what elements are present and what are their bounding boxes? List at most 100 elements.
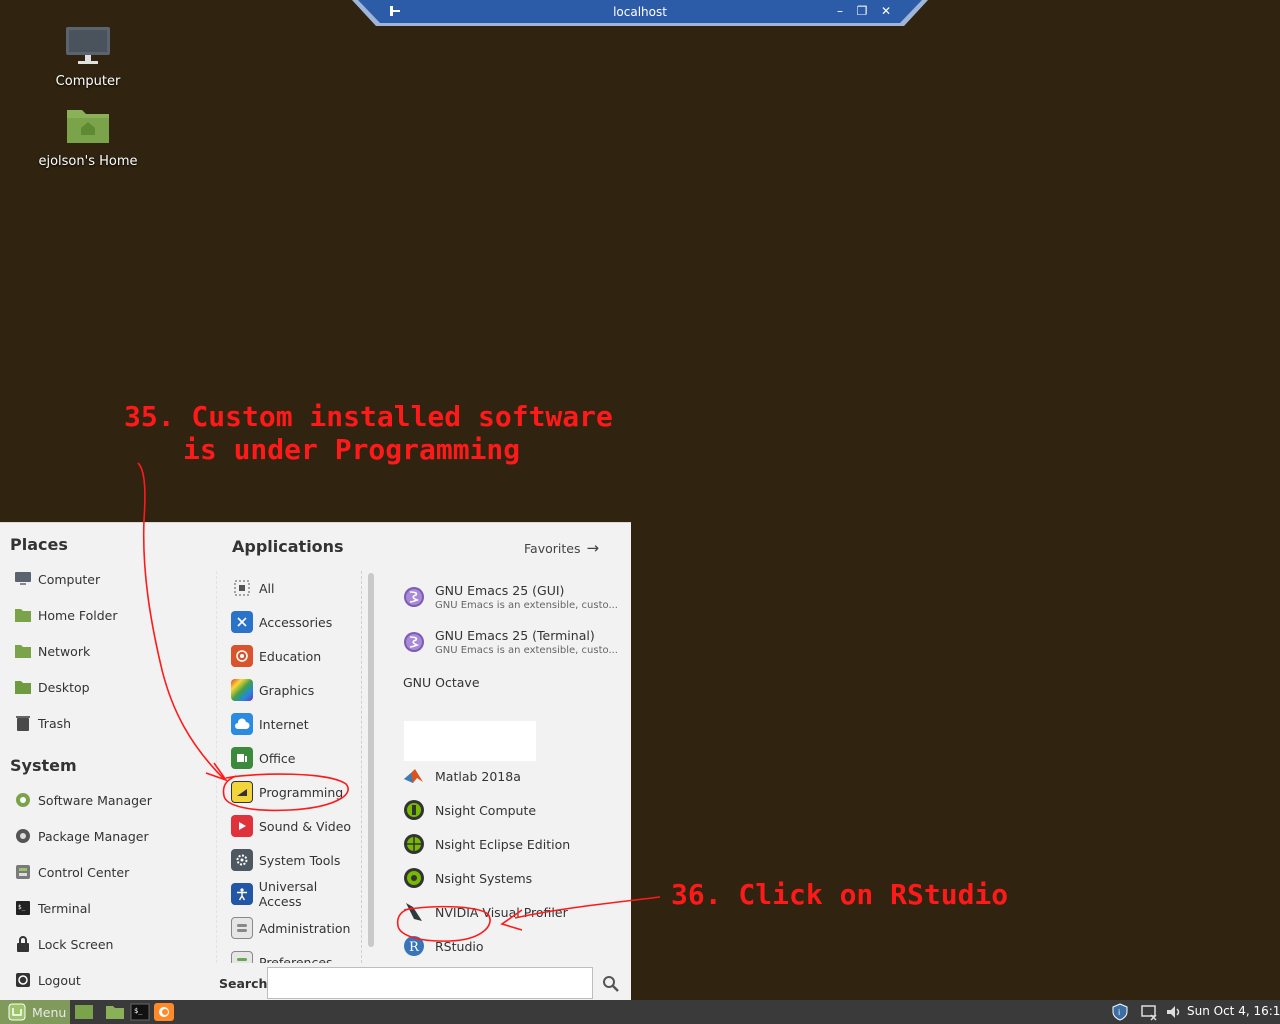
category-preferences[interactable]: Preferences — [217, 947, 361, 964]
files-icon[interactable] — [105, 1003, 125, 1021]
category-list: All Accessories Education Graphics Inter… — [216, 571, 362, 963]
category-universal-access[interactable]: Universal Access — [217, 879, 361, 909]
app-nsight-eclipse[interactable]: Nsight Eclipse Edition — [403, 833, 625, 855]
firefox-icon[interactable] — [154, 1003, 174, 1021]
app-emacs-terminal[interactable]: GNU Emacs 25 (Terminal) GNU Emacs is an … — [403, 628, 625, 656]
category-label: Education — [259, 648, 322, 664]
emacs-icon — [403, 586, 425, 608]
preferences-icon — [231, 951, 253, 963]
category-label: Office — [259, 750, 296, 766]
desktop-icon-computer[interactable]: Computer — [28, 26, 148, 89]
system-label: Lock Screen — [38, 936, 114, 952]
system-tools-icon — [231, 849, 253, 871]
places-column: Places Computer Home Folder Network Desk… — [0, 523, 208, 1001]
app-nvidia-visual-profiler[interactable]: NVIDIA Visual Profiler — [403, 901, 625, 923]
terminal-icon[interactable]: $_ — [130, 1003, 150, 1021]
app-rstudio[interactable]: R RStudio — [403, 935, 625, 957]
app-name: Nsight Eclipse Edition — [435, 836, 571, 852]
clock[interactable]: Sun Oct 4, 16:15 — [1187, 1004, 1280, 1018]
network-icon[interactable] — [1140, 1003, 1158, 1021]
arrow-right-icon: → — [586, 539, 600, 557]
logout-icon — [14, 971, 32, 989]
app-matlab[interactable]: Matlab 2018a — [403, 765, 625, 787]
search-label: Search: — [219, 976, 273, 991]
place-label: Trash — [38, 715, 72, 731]
nsight-systems-icon — [403, 867, 425, 889]
desktop-icon-home[interactable]: ejolson's Home — [28, 106, 148, 169]
octave-icon[interactable] — [404, 721, 536, 761]
administration-icon — [231, 917, 253, 939]
app-nsight-systems[interactable]: Nsight Systems — [403, 867, 625, 889]
system-lock-screen[interactable]: Lock Screen — [14, 933, 113, 955]
package-manager-icon — [14, 827, 32, 845]
place-home-folder[interactable]: Home Folder — [14, 604, 118, 626]
category-label: Internet — [259, 716, 309, 732]
search-input[interactable] — [267, 967, 593, 999]
graphics-icon — [231, 679, 253, 701]
app-emacs-gui[interactable]: GNU Emacs 25 (GUI) GNU Emacs is an exten… — [403, 583, 625, 611]
system-package-manager[interactable]: Package Manager — [14, 825, 149, 847]
category-graphics[interactable]: Graphics — [217, 675, 361, 705]
favorites-button[interactable]: Favorites → — [524, 539, 599, 557]
monitor-icon — [14, 570, 32, 588]
office-icon — [231, 747, 253, 769]
category-scrollbar[interactable] — [368, 573, 374, 947]
category-label: Administration — [259, 920, 351, 936]
restore-button[interactable]: ❐ — [854, 3, 870, 19]
svg-text:$_: $_ — [18, 904, 26, 911]
rstudio-icon: R — [403, 935, 425, 957]
system-software-manager[interactable]: Software Manager — [14, 789, 152, 811]
system-label: Package Manager — [38, 828, 149, 844]
category-office[interactable]: Office — [217, 743, 361, 773]
category-sound-video[interactable]: Sound & Video — [217, 811, 361, 841]
app-name: RStudio — [435, 938, 484, 954]
lock-icon — [14, 935, 32, 953]
home-folder-icon — [14, 606, 32, 624]
applications-heading: Applications — [232, 537, 344, 556]
volume-icon[interactable] — [1165, 1003, 1183, 1021]
place-label: Computer — [38, 571, 101, 587]
svg-text:R: R — [409, 940, 420, 955]
programming-icon — [231, 781, 253, 803]
category-programming[interactable]: Programming — [217, 777, 361, 807]
system-label: Logout — [38, 972, 81, 988]
start-menu: Places Computer Home Folder Network Desk… — [0, 522, 631, 1000]
menu-label: Menu — [32, 1004, 67, 1020]
system-logout[interactable]: Logout — [14, 969, 81, 991]
search-icon[interactable] — [602, 975, 620, 993]
category-accessories[interactable]: Accessories — [217, 607, 361, 637]
close-button[interactable]: ✕ — [878, 3, 894, 19]
update-shield-icon[interactable]: i — [1111, 1003, 1129, 1021]
show-desktop-icon[interactable] — [74, 1003, 94, 1021]
app-name: Nsight Compute — [435, 802, 537, 818]
annotation-step-36: 36. Click on RStudio — [671, 878, 1009, 911]
emacs-icon — [403, 631, 425, 653]
category-administration[interactable]: Administration — [217, 913, 361, 943]
menu-button[interactable]: Menu — [0, 1000, 70, 1024]
system-control-center[interactable]: Control Center — [14, 861, 129, 883]
nsight-eclipse-icon — [403, 833, 425, 855]
category-system-tools[interactable]: System Tools — [217, 845, 361, 875]
system-terminal[interactable]: $_ Terminal — [14, 897, 91, 919]
accessories-icon — [231, 611, 253, 633]
category-internet[interactable]: Internet — [217, 709, 361, 739]
app-nsight-compute[interactable]: Nsight Compute — [403, 799, 625, 821]
place-desktop[interactable]: Desktop — [14, 676, 90, 698]
universal-access-icon — [231, 883, 253, 905]
category-all[interactable]: All — [217, 573, 361, 603]
category-label: Preferences — [259, 954, 333, 964]
app-gnu-octave[interactable]: GNU Octave — [403, 675, 625, 690]
remote-desktop-titlebar[interactable]: localhost – ❐ ✕ — [352, 0, 928, 26]
system-heading: System — [10, 756, 77, 775]
network-folder-icon — [14, 642, 32, 660]
sound-video-icon — [231, 815, 253, 837]
category-education[interactable]: Education — [217, 641, 361, 671]
app-name: GNU Emacs 25 (GUI) — [435, 583, 565, 598]
favorites-label: Favorites — [524, 540, 581, 556]
place-computer[interactable]: Computer — [14, 568, 100, 590]
svg-text:$_: $_ — [134, 1007, 143, 1015]
place-trash[interactable]: Trash — [14, 712, 71, 734]
system-label: Software Manager — [38, 792, 152, 808]
place-network[interactable]: Network — [14, 640, 90, 662]
minimize-button[interactable]: – — [832, 3, 848, 19]
